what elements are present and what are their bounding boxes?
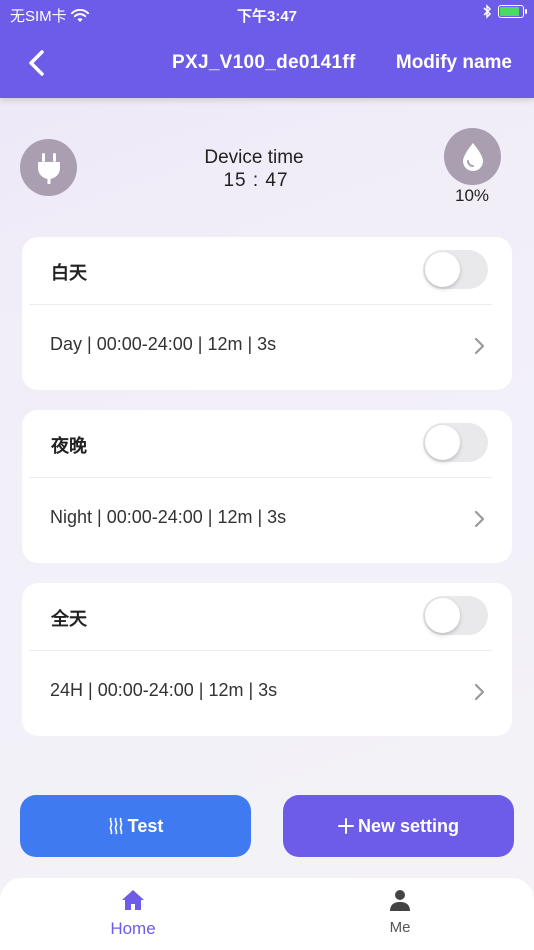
schedule-detail-row[interactable]: Night | 00:00-24:00 | 12m | 3s [22,478,512,563]
device-name-title: PXJ_V100_de0141ff [172,52,356,73]
test-button-label: Test [127,815,164,836]
schedule-card-night: 夜晚 Night | 00:00-24:00 | 12m | 3s [22,410,512,563]
tab-me[interactable]: Me [340,888,460,936]
device-time-label: Device time [204,147,304,168]
schedule-detail-row[interactable]: Day | 00:00-24:00 | 12m | 3s [22,305,512,390]
schedule-title: 全天 [51,609,87,629]
chevron-right-icon [474,510,485,528]
battery-icon [498,5,527,18]
person-icon [390,890,410,911]
device-time-value: 15 : 47 [223,170,289,191]
liquid-level-indicator [444,128,501,185]
schedule-card-day: 白天 Day | 00:00-24:00 | 12m | 3s [22,237,512,390]
schedule-toggle[interactable] [423,250,488,289]
schedule-detail: 24H | 00:00-24:00 | 12m | 3s [50,680,278,700]
heat-waves-icon [109,817,123,835]
tab-me-label: Me [389,919,411,936]
schedule-title: 白天 [51,263,87,283]
back-button[interactable] [22,46,52,80]
status-right [482,4,527,19]
schedule-toggle[interactable] [423,596,488,635]
status-time: 下午3:47 [236,8,298,25]
new-setting-button[interactable]: New setting [283,795,514,857]
tab-home[interactable]: Home [73,888,193,939]
chevron-right-icon [474,337,485,355]
bottom-tab-bar: Home Me [0,878,534,950]
bluetooth-icon [483,4,492,19]
schedule-detail-row[interactable]: 24H | 00:00-24:00 | 12m | 3s [22,651,512,736]
schedule-detail: Day | 00:00-24:00 | 12m | 3s [50,334,277,354]
modify-name-button[interactable]: Modify name [396,52,512,74]
home-icon [122,890,144,910]
liquid-level-percent: 10% [454,186,490,205]
schedule-card-allday: 全天 24H | 00:00-24:00 | 12m | 3s [22,583,512,736]
status-bar: 无SIM卡 下午3:47 [0,0,534,28]
schedule-toggle[interactable] [423,423,488,462]
chevron-right-icon [474,683,485,701]
tab-home-label: Home [110,919,156,938]
app-header: 无SIM卡 下午3:47 PXJ_V100_de0141ff Modify na… [0,0,534,98]
plus-icon [337,818,354,834]
test-button[interactable]: Test [20,795,251,857]
schedule-detail: Night | 00:00-24:00 | 12m | 3s [50,507,287,527]
new-setting-button-label: New setting [357,815,459,836]
chevron-left-icon [29,50,44,76]
water-drop-icon [462,142,483,171]
schedule-title: 夜晚 [51,436,87,456]
